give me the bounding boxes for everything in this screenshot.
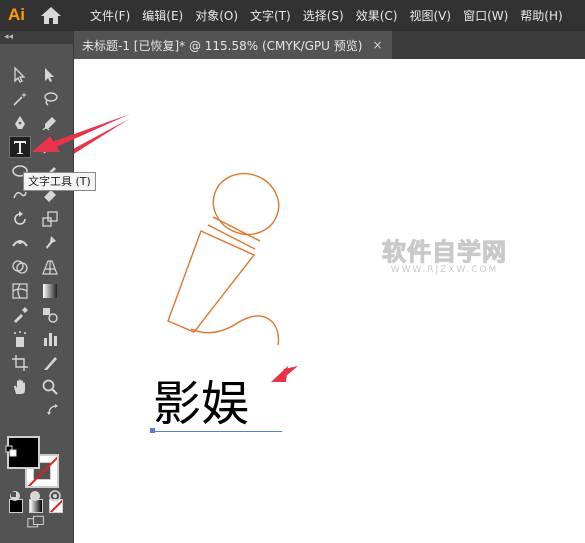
type-tool-icon[interactable] (9, 136, 31, 158)
perspective-grid-tool-icon[interactable] (40, 257, 60, 277)
document-tab[interactable]: 未标题-1 [已恢复]* @ 115.58% (CMYK/GPU 预览) × (74, 31, 392, 59)
menu-view[interactable]: 视图(V) (409, 7, 451, 24)
pointer-arrow (32, 114, 130, 152)
text-baseline (150, 431, 282, 432)
gradient-tool-icon[interactable] (40, 281, 60, 301)
menu-select[interactable]: 选择(S) (303, 7, 344, 24)
menu-type[interactable]: 文字(T) (250, 7, 291, 24)
swap-colors-icon[interactable] (46, 403, 60, 417)
screen-mode-icon[interactable] (25, 514, 47, 530)
zoom-tool-icon[interactable] (40, 377, 60, 397)
draw-normal-icon[interactable] (8, 489, 22, 503)
column-graph-tool-icon[interactable] (40, 329, 60, 349)
tools-panel: ◂◂ (0, 31, 74, 543)
mesh-tool-icon[interactable] (10, 281, 30, 301)
draw-behind-icon[interactable] (28, 489, 42, 503)
shape-builder-tool-icon[interactable] (10, 257, 30, 277)
artboard-tool-icon[interactable] (10, 353, 30, 373)
default-colors-icon[interactable] (5, 445, 17, 457)
puppet-warp-tool-icon[interactable] (40, 233, 60, 253)
watermark-sub: WWW.RJZXW.COM (390, 265, 499, 275)
menu-window[interactable]: 窗口(W) (463, 7, 508, 24)
menu-edit[interactable]: 编辑(E) (142, 7, 183, 24)
app-logo: Ai (8, 5, 25, 24)
menu-help[interactable]: 帮助(H) (520, 7, 562, 24)
tool-tooltip: 文字工具 (T) (23, 172, 96, 191)
menu-effect[interactable]: 效果(C) (356, 7, 398, 24)
rotate-tool-icon[interactable] (10, 209, 30, 229)
main-menu: 文件(F) 编辑(E) 对象(O) 文字(T) 选择(S) 效果(C) 视图(V… (84, 0, 569, 31)
canvas-text[interactable]: 影娱 (153, 376, 249, 432)
hand-tool-icon[interactable] (10, 377, 30, 397)
blend-tool-icon[interactable] (40, 305, 60, 325)
draw-inside-icon[interactable] (48, 489, 62, 503)
magic-wand-tool-icon[interactable] (10, 89, 30, 109)
direct-selection-tool-icon[interactable] (40, 65, 60, 85)
scale-tool-icon[interactable] (40, 209, 60, 229)
slice-tool-icon[interactable] (40, 353, 60, 373)
pen-tool-icon[interactable] (10, 113, 30, 133)
document-tab-bar: 未标题-1 [已恢复]* @ 115.58% (CMYK/GPU 预览) × (74, 31, 585, 59)
close-icon[interactable]: × (372, 38, 382, 52)
width-tool-icon[interactable] (10, 233, 30, 253)
symbol-sprayer-tool-icon[interactable] (10, 329, 30, 349)
menu-file[interactable]: 文件(F) (90, 7, 130, 24)
document-title: 未标题-1 [已恢复]* @ 115.58% (CMYK/GPU 预览) (82, 38, 363, 53)
home-icon[interactable] (40, 6, 62, 25)
watermark: 软件自学网 WWW.RJZXW.COM (372, 232, 517, 276)
eyedropper-tool-icon[interactable] (10, 305, 30, 325)
watermark-main: 软件自学网 (382, 238, 507, 267)
artboard-canvas[interactable]: 软件自学网 WWW.RJZXW.COM 影娱 (74, 59, 585, 543)
toolbar-collapse[interactable]: ◂◂ (0, 31, 74, 44)
highlight-arrows (74, 119, 298, 382)
text-anchor (150, 428, 155, 433)
artwork (74, 119, 298, 382)
menu-object[interactable]: 对象(O) (195, 7, 238, 24)
menu-bar: Ai 文件(F) 编辑(E) 对象(O) 文字(T) 选择(S) 效果(C) 视… (0, 0, 585, 31)
lasso-tool-icon[interactable] (40, 89, 60, 109)
selection-tool-icon[interactable] (10, 65, 30, 85)
microphone-drawing (167, 172, 280, 346)
